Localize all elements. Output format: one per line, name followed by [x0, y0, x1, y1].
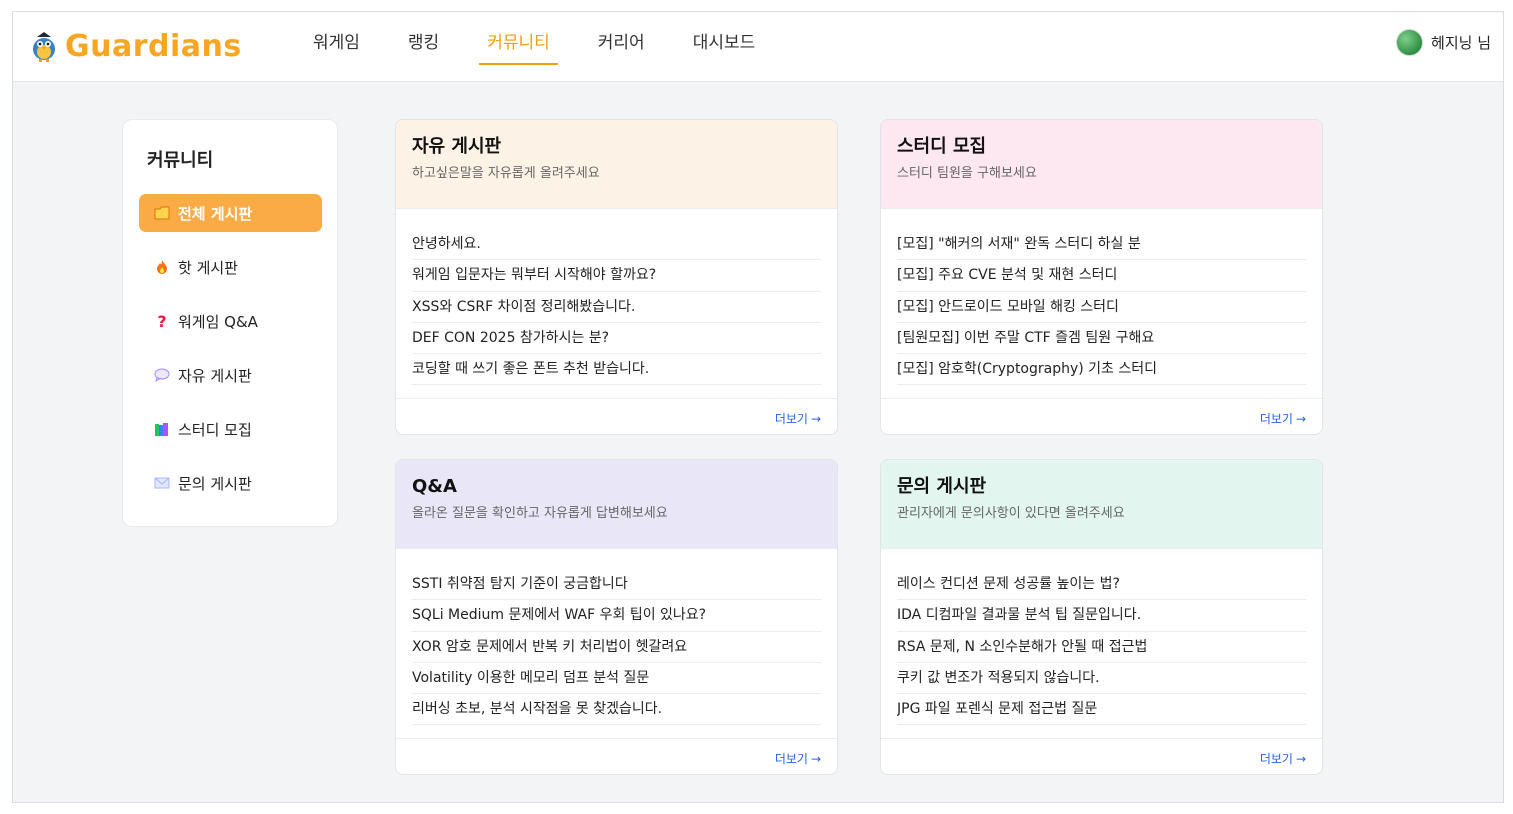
board-header: 자유 게시판 하고싶은말을 자유롭게 올려주세요 [396, 120, 837, 209]
nav-dashboard[interactable]: 대시보드 [685, 12, 764, 82]
post-item[interactable]: RSA 문제, N 소인수분해가 안될 때 접근법 [897, 632, 1306, 663]
board-card-free: 자유 게시판 하고싶은말을 자유롭게 올려주세요 안녕하세요. 워게임 입문자는… [395, 119, 838, 435]
sidebar-item-label: 문의 게시판 [178, 474, 252, 493]
sidebar-item-label: 워게임 Q&A [178, 312, 258, 331]
question-icon: ? [157, 311, 167, 331]
user-name: 헤지닝 님 [1431, 34, 1491, 52]
nav-career[interactable]: 커리어 [590, 12, 653, 82]
sidebar-title: 커뮤니티 [147, 150, 214, 171]
board-footer: 더보기 → [881, 738, 1322, 774]
brand-name: Guardians [65, 28, 242, 64]
board-title: Q&A [412, 476, 457, 497]
post-item[interactable]: SSTI 취약점 탐지 기준이 궁금합니다 [412, 569, 821, 601]
post-item[interactable]: 안녕하세요. [412, 229, 821, 261]
board-title: 스터디 모집 [897, 136, 987, 157]
sidebar-item-label: 스터디 모집 [178, 420, 252, 439]
board-subtitle: 관리자에게 문의사항이 있다면 올려주세요 [897, 506, 1125, 521]
post-item[interactable]: Volatility 이용한 메모리 덤프 분석 질문 [412, 663, 821, 695]
post-item[interactable]: IDA 디컴파일 결과물 분석 팁 질문입니다. [897, 600, 1306, 632]
sidebar-item-free-board[interactable]: 자유 게시판 [139, 356, 322, 394]
board-footer: 더보기 → [881, 398, 1322, 434]
board-header: 스터디 모집 스터디 팀원을 구해보세요 [881, 120, 1322, 209]
board-subtitle: 스터디 팀원을 구해보세요 [897, 166, 1037, 181]
bird-logo-icon [33, 32, 55, 62]
more-label: 더보기 [774, 412, 808, 426]
board-header: Q&A 올라온 질문을 확인하고 자유롭게 답변해보세요 [396, 460, 837, 549]
arrow-right-icon: → [1295, 412, 1306, 426]
post-list: SSTI 취약점 탐지 기준이 궁금합니다 SQLi Medium 문제에서 W… [396, 549, 837, 738]
arrow-right-icon: → [810, 412, 821, 426]
post-item[interactable]: DEF CON 2025 참가하시는 분? [412, 323, 821, 355]
post-item[interactable]: [모집] 암호학(Cryptography) 기초 스터디 [897, 354, 1306, 386]
post-item[interactable]: 레이스 컨디션 문제 성공률 높이는 법? [897, 569, 1306, 601]
board-footer: 더보기 → [396, 398, 837, 434]
avatar-icon [1396, 29, 1424, 56]
post-item[interactable]: [팀원모집] 이번 주말 CTF 즐겜 팀원 구해요 [897, 323, 1306, 355]
user-menu[interactable]: 헤지닝 님 [1396, 29, 1491, 56]
more-link[interactable]: 더보기 → [775, 410, 821, 427]
post-item[interactable]: XSS와 CSRF 차이점 정리해봤습니다. [412, 292, 821, 323]
board-card-inquiry: 문의 게시판 관리자에게 문의사항이 있다면 올려주세요 레이스 컨디션 문제 … [880, 459, 1323, 775]
folder-icon [153, 204, 171, 222]
app-frame: Guardians 워게임 랭킹 커뮤니티 커리어 대시보드 헤지닝 님 커뮤니… [12, 11, 1504, 803]
board-subtitle: 하고싶은말을 자유롭게 올려주세요 [412, 166, 600, 181]
post-item[interactable]: 쿠키 값 변조가 적용되지 않습니다. [897, 663, 1306, 695]
more-link[interactable]: 더보기 → [1260, 750, 1306, 767]
sidebar-item-label: 핫 게시판 [178, 258, 238, 277]
post-item[interactable]: [모집] 안드로이드 모바일 해킹 스터디 [897, 292, 1306, 323]
sidebar-item-study-recruit[interactable]: 스터디 모집 [139, 410, 322, 448]
post-item[interactable]: 리버싱 초보, 분석 시작점을 못 찾겠습니다. [412, 694, 821, 726]
speech-bubble-icon [153, 366, 171, 384]
sidebar-item-label: 전체 게시판 [178, 204, 253, 223]
arrow-right-icon: → [810, 752, 821, 766]
arrow-right-icon: → [1295, 752, 1306, 766]
board-card-study: 스터디 모집 스터디 팀원을 구해보세요 [모집] "해커의 서재" 완독 스터… [880, 119, 1323, 435]
post-item[interactable]: JPG 파일 포렌식 문제 접근법 질문 [897, 694, 1306, 726]
community-sidebar: 커뮤니티 전체 게시판 핫 게시판 ? 워게임 Q&A 자유 게시판 스터디 모… [122, 119, 338, 527]
envelope-icon [153, 474, 171, 492]
sidebar-item-wargame-qna[interactable]: ? 워게임 Q&A [139, 302, 322, 340]
sidebar-item-hot-board[interactable]: 핫 게시판 [139, 248, 322, 286]
nav-wargame[interactable]: 워게임 [305, 12, 368, 82]
nav-ranking[interactable]: 랭킹 [400, 12, 447, 82]
logo[interactable]: Guardians [29, 28, 242, 64]
top-navbar: Guardians 워게임 랭킹 커뮤니티 커리어 대시보드 헤지닝 님 [13, 12, 1503, 82]
more-label: 더보기 [1259, 412, 1293, 426]
post-item[interactable]: [모집] 주요 CVE 분석 및 재현 스터디 [897, 260, 1306, 292]
post-list: 안녕하세요. 워게임 입문자는 뭐부터 시작해야 할까요? XSS와 CSRF … [396, 209, 837, 398]
nav-community[interactable]: 커뮤니티 [479, 12, 558, 82]
post-list: [모집] "해커의 서재" 완독 스터디 하실 분 [모집] 주요 CVE 분석… [881, 209, 1322, 398]
books-icon [153, 420, 171, 438]
sidebar-menu: 전체 게시판 핫 게시판 ? 워게임 Q&A 자유 게시판 스터디 모집 문의 … [139, 194, 322, 518]
post-item[interactable]: XOR 암호 문제에서 반복 키 처리법이 헷갈려요 [412, 632, 821, 663]
board-card-qna: Q&A 올라온 질문을 확인하고 자유롭게 답변해보세요 SSTI 취약점 탐지… [395, 459, 838, 775]
board-subtitle: 올라온 질문을 확인하고 자유롭게 답변해보세요 [412, 506, 668, 521]
post-item[interactable]: 워게임 입문자는 뭐부터 시작해야 할까요? [412, 260, 821, 292]
board-title: 문의 게시판 [897, 476, 987, 497]
board-header: 문의 게시판 관리자에게 문의사항이 있다면 올려주세요 [881, 460, 1322, 549]
sidebar-item-all-boards[interactable]: 전체 게시판 [139, 194, 322, 232]
fire-icon [153, 258, 171, 276]
post-item[interactable]: [모집] "해커의 서재" 완독 스터디 하실 분 [897, 229, 1306, 261]
post-list: 레이스 컨디션 문제 성공률 높이는 법? IDA 디컴파일 결과물 분석 팁 … [881, 549, 1322, 738]
sidebar-item-label: 자유 게시판 [178, 366, 252, 385]
more-label: 더보기 [774, 752, 808, 766]
post-item[interactable]: 코딩할 때 쓰기 좋은 폰트 추천 받습니다. [412, 354, 821, 386]
main-nav: 워게임 랭킹 커뮤니티 커리어 대시보드 [305, 12, 795, 82]
sidebar-item-inquiry-board[interactable]: 문의 게시판 [139, 464, 322, 502]
more-label: 더보기 [1259, 752, 1293, 766]
post-item[interactable]: SQLi Medium 문제에서 WAF 우회 팁이 있나요? [412, 600, 821, 632]
board-footer: 더보기 → [396, 738, 837, 774]
board-title: 자유 게시판 [412, 136, 502, 157]
more-link[interactable]: 더보기 → [775, 750, 821, 767]
more-link[interactable]: 더보기 → [1260, 410, 1306, 427]
